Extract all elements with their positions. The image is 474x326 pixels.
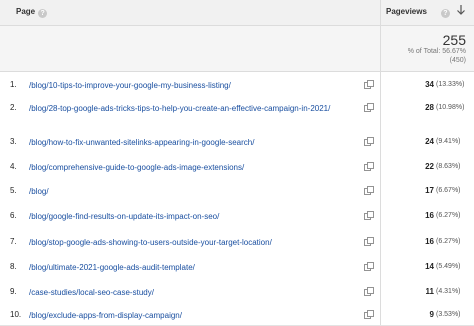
pageviews-percent: (6.67%) [436,187,461,194]
row-number: 6. [10,211,17,220]
pageviews-value: 9 [429,310,434,319]
summary-row: 255 % of Total: 56.67% (450) [0,26,474,72]
page-link[interactable]: /blog/google-find-results-on-update-its-… [29,211,359,222]
row-number: 9. [10,287,17,296]
pageviews-value: 16 [425,237,434,246]
external-link-icon[interactable] [364,287,374,296]
external-link-icon[interactable] [364,211,374,220]
help-icon[interactable]: ? [440,9,450,18]
pageviews-percent: (6.27%) [436,238,461,245]
table-row: 7. /blog/stop-google-ads-showing-to-users… [0,229,474,255]
external-link-icon[interactable] [364,262,374,271]
external-link-icon[interactable] [364,237,374,246]
table-row: 5. /blog/17 (6.67%) [0,178,474,204]
page-link[interactable]: /blog/ultimate-2021-google-ads-audit-tem… [29,262,359,273]
table-row: 10. /blog/exclude-apps-from-display-campa… [0,304,474,326]
sort-descending-icon[interactable] [455,3,467,17]
page-header-label: Page [16,7,36,16]
percent-of-total: % of Total: 56.67% [407,48,466,55]
page-link[interactable]: /blog/28-top-google-ads-tricks-tips-to-h… [29,103,359,114]
row-number: 5. [10,186,17,195]
table-row: 6. /blog/google-find-results-on-update-it… [0,203,474,230]
external-link-icon[interactable] [364,310,374,319]
pageviews-percent: (4.31%) [436,288,461,295]
column-divider [380,0,381,325]
pageviews-value: 22 [425,162,434,171]
absolute-total: (450) [449,57,466,64]
row-number: 4. [10,162,17,171]
external-link-icon[interactable] [364,80,374,89]
pageviews-header-label: Pageviews [386,7,427,16]
pageviews-percent: (9.41%) [436,138,461,145]
pageviews-value: 14 [425,262,434,271]
external-link-icon[interactable] [364,103,374,112]
pageviews-column-header[interactable]: Pageviews? [386,7,450,18]
external-link-icon[interactable] [364,162,374,171]
table-row: 4. /blog/comprehensive-guide-to-google-ad… [0,155,474,179]
external-link-icon[interactable] [364,186,374,195]
page-link[interactable]: /case-studies/local-seo-case-study/ [29,287,359,298]
table-header: Page? Pageviews? [0,0,474,26]
row-number: 7. [10,237,17,246]
total-pageviews: 255 [442,32,466,48]
pageviews-percent: (5.49%) [436,263,461,270]
row-number: 10. [10,310,22,319]
row-number: 2. [10,103,17,112]
external-link-icon[interactable] [364,137,374,146]
pageviews-percent: (10.98%) [436,104,465,111]
page-link[interactable]: /blog/how-to-fix-unwanted-sitelinks-appe… [29,137,359,148]
table-row: 1. /blog/10-tips-to-improve-your-google-m… [0,72,474,99]
pageviews-table: Page? Pageviews? 255 % of Total: 56.67% … [0,0,474,326]
pageviews-percent: (13.33%) [436,81,465,88]
row-number: 3. [10,137,17,146]
pageviews-value: 16 [425,211,434,220]
page-column-header[interactable]: Page? [16,7,48,18]
page-link[interactable]: /blog/ [29,186,359,197]
table-row: 9. /case-studies/local-seo-case-study/11(… [0,279,474,305]
pageviews-value: 34 [425,80,434,89]
page-link[interactable]: /blog/10-tips-to-improve-your-google-my-… [29,80,359,91]
page-link[interactable]: /blog/comprehensive-guide-to-google-ads-… [29,162,359,173]
row-number: 1. [10,80,17,89]
help-icon[interactable]: ? [38,9,48,18]
table-row: 8. /blog/ultimate-2021-google-ads-audit-t… [0,254,474,280]
pageviews-value: 11 [425,287,434,296]
row-number: 8. [10,262,17,271]
page-link[interactable]: /blog/stop-google-ads-showing-to-users-o… [29,237,359,248]
table-row: 2. /blog/28-top-google-ads-tricks-tips-to… [0,98,474,129]
pageviews-value: 24 [425,137,434,146]
page-link[interactable]: /blog/exclude-apps-from-display-campaign… [29,310,359,321]
pageviews-percent: (3.53%) [436,311,461,318]
pageviews-percent: (6.27%) [436,212,461,219]
table-row: 3. /blog/how-to-fix-unwanted-sitelinks-ap… [0,128,474,156]
pageviews-value: 17 [425,186,434,195]
pageviews-value: 28 [425,103,434,112]
pageviews-percent: (8.63%) [436,163,461,170]
